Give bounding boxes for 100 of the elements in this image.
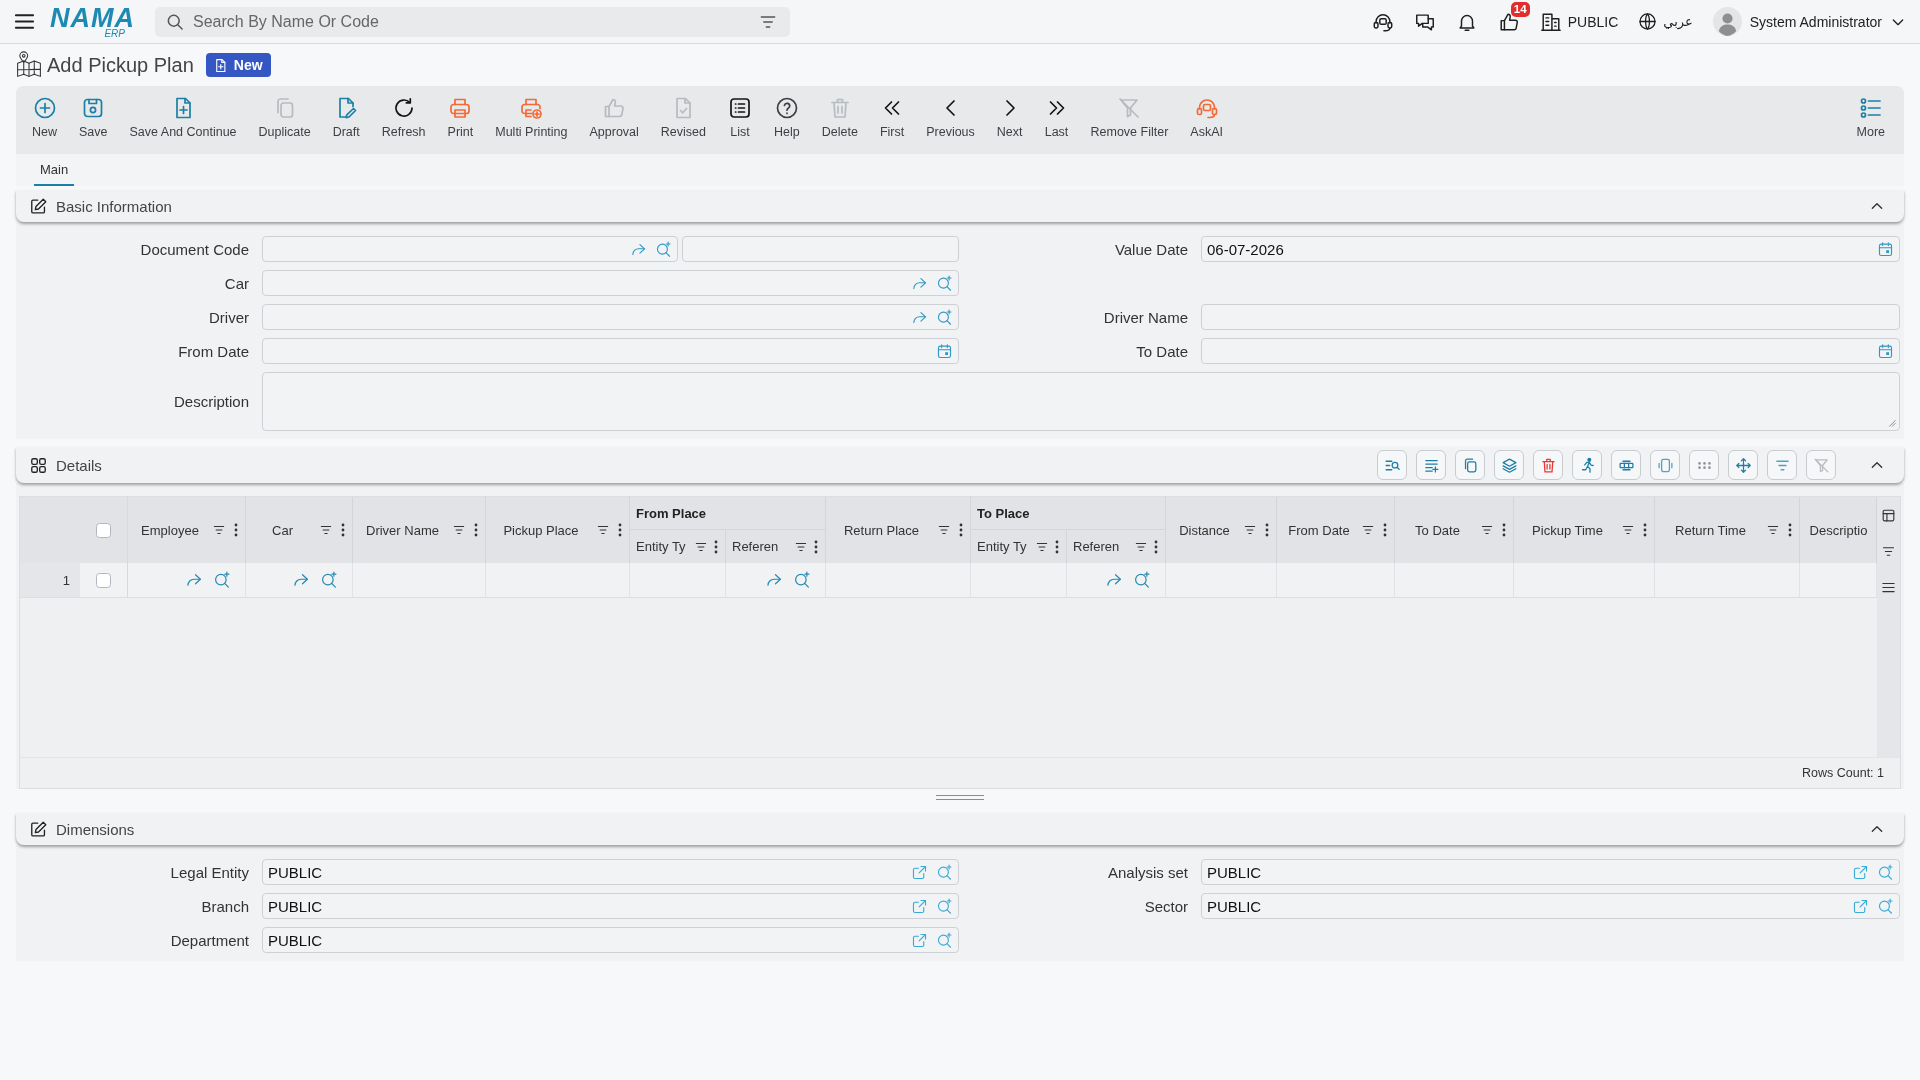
date-field[interactable] (262, 338, 959, 364)
kebab-icon[interactable] (341, 523, 345, 537)
share-arrow-icon[interactable] (1105, 571, 1123, 589)
move-icon[interactable] (1734, 456, 1752, 474)
user-menu[interactable]: System Administrator (1712, 7, 1906, 36)
search-plus-icon[interactable] (936, 274, 953, 292)
external-link-icon[interactable] (911, 897, 928, 915)
kebab-icon[interactable] (1154, 539, 1158, 554)
kebab-icon[interactable] (1055, 539, 1059, 554)
calendar-icon[interactable] (1877, 240, 1894, 258)
frame-icon[interactable] (1656, 456, 1674, 474)
kebab-icon[interactable] (1643, 523, 1647, 537)
bullet-list-icon[interactable] (1858, 96, 1883, 120)
checkbox[interactable] (96, 572, 111, 588)
kebab-icon[interactable] (474, 523, 478, 537)
lookup-field[interactable] (262, 236, 678, 262)
grid-tool-button[interactable] (1767, 450, 1797, 480)
resize-handle-icon[interactable] (1888, 419, 1896, 427)
filter-icon[interactable] (1361, 523, 1375, 537)
previous-button[interactable]: Previous (915, 86, 986, 154)
search-plus-icon[interactable] (936, 931, 953, 949)
search-plus-icon[interactable] (1877, 863, 1894, 881)
date-field[interactable]: 06-07-2026 (1201, 236, 1900, 262)
search-plus-icon[interactable] (936, 897, 953, 915)
lookup-field[interactable]: PUBLIC (1201, 893, 1900, 919)
filter-icon[interactable] (1243, 523, 1257, 537)
filter-icon[interactable] (212, 523, 226, 537)
lookup-field[interactable] (262, 270, 959, 296)
search-plus-icon[interactable] (1133, 571, 1151, 589)
more-button[interactable]: More (1845, 86, 1899, 154)
help-icon[interactable] (774, 96, 799, 120)
menu-icon[interactable] (1881, 580, 1896, 595)
kebab-icon[interactable] (959, 523, 963, 537)
filter-icon[interactable] (937, 523, 951, 537)
list-button[interactable]: List (717, 86, 763, 154)
lookup-field[interactable]: PUBLIC (262, 893, 959, 919)
kebab-icon[interactable] (1502, 523, 1506, 537)
grid-tool-button[interactable] (1416, 450, 1446, 480)
search-plus-icon[interactable] (936, 308, 953, 326)
grid-tool-button[interactable] (1455, 450, 1485, 480)
table-icon[interactable] (1881, 508, 1896, 523)
external-link-icon[interactable] (911, 863, 928, 881)
filter-icon[interactable] (1766, 523, 1780, 537)
calendar-icon[interactable] (936, 342, 953, 360)
list-icon[interactable] (728, 96, 752, 120)
last-button[interactable]: Last (1033, 86, 1080, 154)
filter-icon[interactable] (596, 523, 610, 537)
share-arrow-icon[interactable] (765, 571, 783, 589)
save-button[interactable]: Save (68, 86, 119, 154)
checkbox[interactable] (96, 522, 111, 538)
calendar-icon[interactable] (1877, 342, 1894, 360)
share-arrow-icon[interactable] (185, 571, 203, 589)
printer-plus-icon[interactable] (519, 96, 544, 120)
grid-tool-button[interactable] (1533, 450, 1563, 480)
grid-tool-button[interactable] (1611, 450, 1641, 480)
date-field[interactable] (1201, 338, 1900, 364)
print-button[interactable]: Print (436, 86, 485, 154)
help-button[interactable]: Help (763, 86, 811, 154)
plus-circle-icon[interactable] (32, 96, 57, 120)
kebab-icon[interactable] (714, 539, 718, 554)
multi-printing-button[interactable]: Multi Printing (484, 86, 579, 154)
filter-icon[interactable] (452, 523, 466, 537)
draft-button[interactable]: Draft (321, 86, 371, 154)
tab[interactable]: Main (34, 154, 75, 186)
logo[interactable]: NAMA ERP (50, 4, 135, 39)
new-button[interactable]: New (21, 86, 68, 154)
trash-icon[interactable] (1539, 456, 1557, 474)
grid-tool-button[interactable] (1494, 450, 1524, 480)
input-field[interactable] (682, 236, 959, 262)
external-link-icon[interactable] (1852, 897, 1869, 915)
lookup-field[interactable] (262, 304, 959, 330)
search-plus-icon[interactable] (1877, 897, 1894, 915)
next-button[interactable]: Next (985, 86, 1034, 154)
filter-icon[interactable] (1480, 523, 1494, 537)
lookup-field[interactable]: PUBLIC (262, 927, 959, 953)
grid-tool-button[interactable] (1650, 450, 1680, 480)
search-plus-icon[interactable] (655, 240, 672, 258)
kebab-icon[interactable] (1788, 523, 1792, 537)
grid-tool-button[interactable] (1572, 450, 1602, 480)
lookup-field[interactable]: PUBLIC (262, 859, 959, 885)
filter-icon[interactable] (1621, 523, 1635, 537)
filter-icon[interactable] (319, 523, 333, 537)
external-link-icon[interactable] (1852, 863, 1869, 881)
grid-tool-button[interactable] (1689, 450, 1719, 480)
language-switcher[interactable]: عربي (1638, 12, 1693, 31)
external-link-icon[interactable] (911, 931, 928, 949)
search-plus-icon[interactable] (213, 571, 231, 589)
search-plus-icon[interactable] (936, 863, 953, 881)
ask-ai-button[interactable]: AskAI (1179, 86, 1234, 154)
printer-icon[interactable] (448, 96, 473, 120)
search-plus-icon[interactable] (320, 571, 338, 589)
input-field[interactable] (1201, 304, 1900, 330)
company-switcher[interactable]: PUBLIC (1539, 10, 1619, 33)
kebab-icon[interactable] (618, 523, 622, 537)
grid-tool-button[interactable] (1728, 450, 1758, 480)
save-and-continue-button[interactable]: Save And Continue (118, 86, 248, 154)
filter-icon[interactable] (1881, 544, 1896, 559)
first-button[interactable]: First (868, 86, 916, 154)
kebab-icon[interactable] (814, 539, 818, 554)
grid-tool-button[interactable] (1377, 450, 1407, 480)
